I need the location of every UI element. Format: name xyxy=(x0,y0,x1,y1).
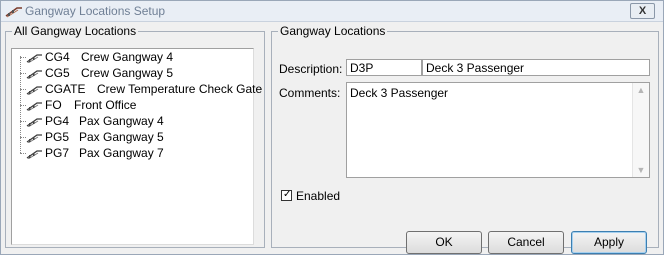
enabled-checkbox[interactable]: ✓ xyxy=(281,189,292,201)
location-code: FO xyxy=(45,98,62,112)
location-code: PG5 xyxy=(45,130,70,144)
gangway-icon xyxy=(5,7,22,18)
comments-field[interactable]: Deck 3 Passenger ▲ ▼ xyxy=(346,82,650,178)
gangway-setup-window: Gangway Locations Setup X All Gangway Lo… xyxy=(0,0,664,255)
close-icon: X xyxy=(638,5,647,17)
gangway-icon xyxy=(26,102,42,111)
cancel-button[interactable]: Cancel xyxy=(488,231,564,254)
location-name: Pax Gangway 7 xyxy=(79,146,164,160)
gangway-icon xyxy=(26,118,42,127)
location-code: CGATE xyxy=(45,82,86,96)
apply-button[interactable]: Apply xyxy=(571,231,647,254)
title-bar: Gangway Locations Setup X xyxy=(1,1,663,22)
scroll-up-icon[interactable]: ▲ xyxy=(633,83,649,97)
all-locations-legend: All Gangway Locations xyxy=(14,24,137,38)
window-title: Gangway Locations Setup xyxy=(25,4,166,18)
gangway-icon xyxy=(26,134,42,143)
location-name: Crew Gangway 5 xyxy=(81,66,174,80)
gangway-icon xyxy=(26,54,42,63)
close-button[interactable]: X xyxy=(630,3,655,19)
location-name: Crew Gangway 4 xyxy=(81,50,174,64)
description-label: Description: xyxy=(279,62,343,76)
location-name: Front Office xyxy=(74,98,137,112)
location-name: Pax Gangway 4 xyxy=(79,114,164,128)
comments-scrollbar[interactable]: ▲ ▼ xyxy=(632,83,649,177)
scroll-down-icon[interactable]: ▼ xyxy=(633,163,649,177)
gangway-icon xyxy=(26,150,42,159)
location-details-legend: Gangway Locations xyxy=(280,24,386,38)
comments-label: Comments: xyxy=(279,86,341,100)
ok-button[interactable]: OK xyxy=(406,231,482,254)
all-locations-group: All Gangway Locations CG4 Crew Gangway 4C… xyxy=(5,24,265,248)
gangway-icon xyxy=(26,70,42,79)
comments-text: Deck 3 Passenger xyxy=(350,86,449,100)
gangway-icon xyxy=(26,86,42,95)
checkmark-icon: ✓ xyxy=(283,189,292,200)
locations-tree[interactable]: CG4 Crew Gangway 4 CG5 Crew Gangway 5 CGATE C… xyxy=(11,48,262,245)
location-code-field[interactable]: D3P xyxy=(346,59,422,76)
location-code: CG4 xyxy=(45,50,70,64)
location-name: Crew Temperature Check Gate xyxy=(97,82,263,96)
location-code: CG5 xyxy=(45,66,70,80)
location-name: Pax Gangway 5 xyxy=(79,130,164,144)
location-code: PG4 xyxy=(45,114,70,128)
location-details-group: Gangway Locations Description: D3P Deck … xyxy=(271,24,659,254)
enabled-label: Enabled xyxy=(296,189,341,203)
location-code: PG7 xyxy=(45,146,70,160)
description-field[interactable]: Deck 3 Passenger xyxy=(422,59,650,76)
